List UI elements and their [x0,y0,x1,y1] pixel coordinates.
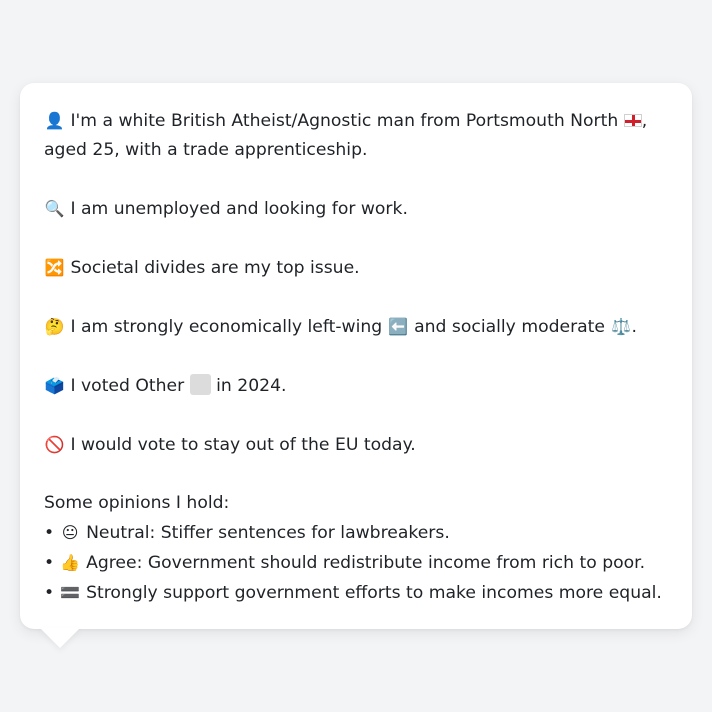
bubble-tail [40,628,80,648]
shuffle-icon: 🔀 [44,258,65,277]
neutral-face-icon: 😐 [61,523,79,542]
thinking-face-icon: 🤔 [44,317,65,336]
opinion-text: Agree: Government should redistribute in… [86,553,646,573]
opinion-item: • 🟰 Strongly support government efforts … [44,578,668,608]
bullet: • [44,553,55,573]
employment-text: I am unemployed and looking for work. [70,199,408,219]
message-bubble: 👤 I'm a white British Atheist/Agnostic m… [20,83,692,629]
ideology-text-2: and socially moderate [414,317,605,337]
opinions-heading: Some opinions I hold: [44,493,230,513]
vote-text-after: in 2024. [216,376,287,396]
equals-icon: 🟰 [60,583,81,602]
employment-line: 🔍 I am unemployed and looking for work. [44,194,668,224]
opinion-item: • 👍 Agree: Government should redistribut… [44,548,668,578]
magnifying-glass-icon: 🔍 [44,199,65,218]
top-issue-line: 🔀 Societal divides are my top issue. [44,253,668,283]
vote-2024-line: 🗳️ I voted Other in 2024. [44,371,668,401]
england-flag-icon [623,114,642,127]
ideology-text-end: . [631,317,637,337]
opinions-block: Some opinions I hold: • 😐 Neutral: Stiff… [44,489,668,608]
eu-text: I would vote to stay out of the EU today… [70,435,416,455]
opinion-item: • 😐 Neutral: Stiffer sentences for lawbr… [44,518,668,548]
person-silhouette-icon: 👤 [44,111,65,130]
gray-square-icon [189,374,211,395]
prohibited-icon: 🚫 [44,435,65,454]
thumbs-up-icon: 👍 [60,553,81,572]
bullet: • [44,583,55,603]
bullet: • [44,523,55,543]
balance-scale-icon: ⚖️ [610,317,631,336]
opinion-text: Neutral: Stiffer sentences for lawbreake… [86,523,450,543]
ideology-line: 🤔 I am strongly economically left-wing ⬅… [44,312,668,342]
opinion-text: Strongly support government efforts to m… [86,583,662,603]
identity-text: I'm a white British Atheist/Agnostic man… [70,111,619,131]
ballot-box-icon: 🗳️ [44,376,65,395]
left-arrow-icon: ⬅️ [388,317,409,336]
top-issue-text: Societal divides are my top issue. [70,258,360,278]
ideology-text-1: I am strongly economically left-wing [70,317,383,337]
identity-line: 👤 I'm a white British Atheist/Agnostic m… [44,106,668,165]
vote-text: I voted Other [70,376,185,396]
eu-line: 🚫 I would vote to stay out of the EU tod… [44,430,668,460]
